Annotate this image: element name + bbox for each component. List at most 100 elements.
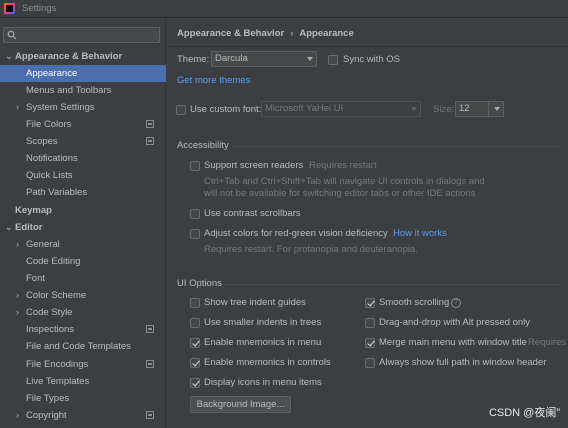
- sidebar-item-appearance-behavior[interactable]: ⌄ Appearance & Behavior: [0, 48, 166, 65]
- full-path-checkbox[interactable]: [365, 358, 375, 368]
- smaller-indents-checkbox[interactable]: [190, 318, 200, 328]
- sidebar-item-label: Code Style: [26, 307, 73, 318]
- ui-options-section-title: UI Options: [177, 278, 222, 289]
- sidebar-item-label: File Types: [26, 393, 70, 404]
- breadcrumb-current: Appearance: [299, 28, 354, 39]
- custom-font-checkbox[interactable]: [176, 105, 186, 115]
- adjust-colors-label: Adjust colors for red-green vision defic…: [204, 228, 388, 239]
- project-scope-icon: [146, 411, 154, 419]
- sidebar-item-general[interactable]: › General: [0, 236, 166, 253]
- settings-content: Appearance & Behavior › Appearance Theme: …: [167, 19, 568, 428]
- theme-select[interactable]: Darcula: [211, 51, 317, 67]
- sidebar-item-label: Editor: [15, 222, 43, 233]
- chevron-right-icon: ›: [16, 290, 19, 300]
- sidebar-item-live-templates[interactable]: Live Templates: [0, 373, 166, 390]
- sidebar-item-path-variables[interactable]: Path Variables: [0, 184, 166, 201]
- custom-font-label: Use custom font:: [190, 104, 262, 115]
- contrast-scrollbars-label: Use contrast scrollbars: [204, 208, 301, 219]
- sidebar-item-quick-lists[interactable]: Quick Lists: [0, 167, 166, 184]
- sync-with-os-label: Sync with OS: [343, 54, 401, 65]
- sync-with-os-checkbox[interactable]: [328, 55, 338, 65]
- sidebar-item-code-style[interactable]: › Code Style: [0, 304, 166, 321]
- drag-drop-checkbox[interactable]: [365, 318, 375, 328]
- watermark: CSDN @夜阑”: [488, 407, 560, 419]
- chevron-right-icon: ›: [16, 410, 19, 420]
- icons-in-menu-checkbox[interactable]: [190, 378, 200, 388]
- font-value: Microsoft YaHei UI: [265, 103, 344, 114]
- sidebar-item-label: Quick Lists: [26, 170, 73, 181]
- how-it-works-link[interactable]: How it works: [393, 228, 447, 239]
- project-scope-icon: [146, 360, 154, 368]
- merge-menu-checkbox[interactable]: [365, 338, 375, 348]
- sidebar-item-label: Color Scheme: [26, 290, 87, 301]
- sidebar-item-notifications[interactable]: Notifications: [0, 150, 166, 167]
- divider: [233, 146, 559, 147]
- help-icon[interactable]: ?: [451, 298, 461, 308]
- sidebar-item-scopes[interactable]: Scopes: [0, 133, 166, 150]
- chevron-right-icon: ›: [16, 307, 19, 317]
- sidebar-item-file-types[interactable]: File Types: [0, 390, 166, 407]
- sidebar-item-menus-toolbars[interactable]: Menus and Toolbars: [0, 82, 166, 99]
- sidebar-item-color-scheme[interactable]: › Color Scheme: [0, 287, 166, 304]
- screen-readers-label: Support screen readers: [204, 160, 304, 171]
- get-more-themes-link[interactable]: Get more themes: [177, 75, 250, 86]
- sidebar-item-label: Live Templates: [26, 376, 90, 387]
- sidebar-item-system-settings[interactable]: › System Settings: [0, 99, 166, 116]
- adjust-colors-checkbox[interactable]: [190, 229, 200, 239]
- project-scope-icon: [146, 137, 154, 145]
- sidebar-item-label: Code Editing: [26, 256, 81, 267]
- chevron-down-icon: [411, 107, 417, 111]
- font-size-value: 12: [459, 103, 470, 114]
- search-input[interactable]: [3, 27, 160, 43]
- chevron-down-icon: ⌄: [5, 51, 13, 61]
- adjust-colors-desc: Requires restart. For protanopia and deu…: [204, 244, 418, 255]
- screen-readers-desc: Ctrl+Tab and Ctrl+Shift+Tab will navigat…: [204, 176, 485, 187]
- sidebar-item-keymap[interactable]: Keymap: [0, 202, 166, 219]
- chevron-down-icon: ⌄: [5, 222, 13, 232]
- sidebar-item-label: Appearance: [26, 68, 78, 79]
- sidebar-item-font[interactable]: Font: [0, 270, 166, 287]
- sidebar-item-label: Inspections: [26, 324, 75, 335]
- sidebar-item-label: Path Variables: [26, 187, 88, 198]
- sidebar-item-label: Font: [26, 273, 46, 284]
- sidebar-item-label: Scopes: [26, 136, 58, 147]
- merge-menu-requires-hint: Requires r: [528, 337, 568, 348]
- chevron-right-icon: ›: [16, 102, 19, 112]
- full-path-label: Always show full path in window header: [379, 357, 547, 368]
- sidebar-item-label: General: [26, 239, 60, 250]
- mnemonics-menu-checkbox[interactable]: [190, 338, 200, 348]
- sidebar-item-label: Notifications: [26, 153, 78, 164]
- chevron-down-icon: [307, 57, 313, 61]
- tree-indent-checkbox[interactable]: [190, 298, 200, 308]
- tree-indent-label: Show tree indent guides: [204, 297, 306, 308]
- sidebar-item-label: System Settings: [26, 102, 95, 113]
- sidebar-item-label: Appearance & Behavior: [15, 51, 123, 62]
- font-select[interactable]: Microsoft YaHei UI: [261, 101, 421, 117]
- sidebar-item-file-code-templates[interactable]: File and Code Templates: [0, 338, 166, 355]
- sidebar-item-label: Keymap: [15, 205, 52, 216]
- screen-readers-checkbox[interactable]: [190, 161, 200, 171]
- search-icon: [7, 30, 17, 40]
- smooth-scrolling-checkbox[interactable]: [365, 298, 375, 308]
- sidebar-item-inspections[interactable]: Inspections: [0, 321, 166, 338]
- background-image-button[interactable]: Background Image...: [190, 396, 291, 413]
- sidebar-item-appearance[interactable]: Appearance: [0, 65, 166, 82]
- sidebar-item-file-encodings[interactable]: File Encodings: [0, 356, 166, 373]
- chevron-right-icon: ›: [16, 239, 19, 249]
- sidebar-item-code-editing[interactable]: Code Editing: [0, 253, 166, 270]
- sidebar-item-editor[interactable]: ⌄ Editor: [0, 219, 166, 236]
- sidebar-item-label: Menus and Toolbars: [26, 85, 112, 96]
- title-bar: Settings: [0, 0, 568, 18]
- mnemonics-controls-checkbox[interactable]: [190, 358, 200, 368]
- icons-in-menu-label: Display icons in menu items: [204, 377, 322, 388]
- sidebar-item-file-colors[interactable]: File Colors: [0, 116, 166, 133]
- requires-restart-hint: Requires restart: [309, 160, 377, 171]
- breadcrumb: Appearance & Behavior › Appearance: [177, 28, 354, 39]
- sidebar-item-copyright[interactable]: › Copyright: [0, 407, 166, 424]
- font-size-label: Size:: [433, 104, 455, 115]
- breadcrumb-parent[interactable]: Appearance & Behavior: [177, 28, 284, 39]
- theme-label: Theme:: [177, 54, 210, 65]
- font-size-select[interactable]: 12: [455, 101, 504, 117]
- accessibility-section-title: Accessibility: [177, 140, 229, 151]
- contrast-scrollbars-checkbox[interactable]: [190, 209, 200, 219]
